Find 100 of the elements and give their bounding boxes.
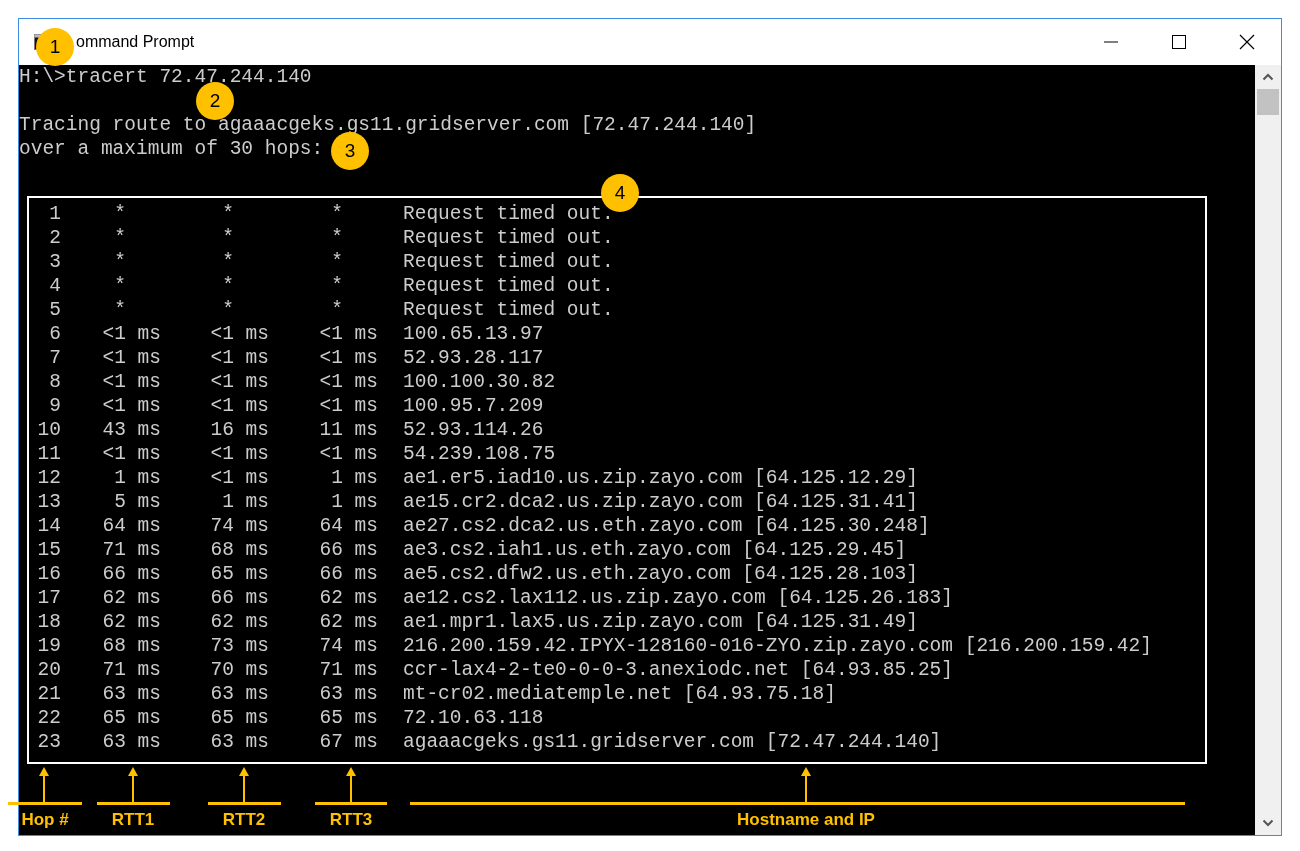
- hop-number: 15: [36, 538, 61, 562]
- column-label: Hop #: [21, 810, 69, 830]
- close-icon: [1239, 34, 1255, 50]
- round-trip-time: 67 ms: [318, 730, 378, 754]
- round-trip-time: *: [221, 274, 235, 298]
- hostname-ip: ae27.cs2.dca2.us.eth.zayo.com [64.125.30.248]: [403, 514, 930, 538]
- round-trip-time: <1 ms: [101, 370, 161, 394]
- round-trip-time: <1 ms: [209, 322, 269, 346]
- round-trip-time: 65 ms: [101, 706, 161, 730]
- round-trip-time: 1 ms: [330, 490, 378, 514]
- hop-number: 14: [36, 514, 61, 538]
- hostname-ip: ae1.mpr1.lax5.us.zip.zayo.com [64.125.31.49]: [403, 610, 918, 634]
- hop-number: 13: [36, 490, 61, 514]
- hop-number: 6: [48, 322, 61, 346]
- round-trip-time: <1 ms: [101, 346, 161, 370]
- round-trip-time: <1 ms: [209, 370, 269, 394]
- hostname-ip: ae12.cs2.lax112.us.zip.zayo.com [64.125.26.183]: [403, 586, 953, 610]
- round-trip-time: 65 ms: [318, 706, 378, 730]
- hostname-ip: ae5.cs2.dfw2.us.eth.zayo.com [64.125.28.103]: [403, 562, 918, 586]
- round-trip-time: *: [330, 274, 344, 298]
- round-trip-time: 65 ms: [209, 562, 269, 586]
- maximize-icon: [1172, 35, 1186, 49]
- hop-number: 9: [48, 394, 61, 418]
- round-trip-time: 68 ms: [101, 634, 161, 658]
- column-label: RTT2: [222, 810, 266, 830]
- round-trip-time: *: [330, 202, 344, 226]
- hop-number: 8: [48, 370, 61, 394]
- hop-number: 20: [36, 658, 61, 682]
- round-trip-time: 62 ms: [209, 610, 269, 634]
- round-trip-time: <1 ms: [101, 442, 161, 466]
- scroll-thumb[interactable]: [1257, 89, 1279, 115]
- hostname-ip: 100.65.13.97: [403, 322, 544, 346]
- round-trip-time: 62 ms: [101, 610, 161, 634]
- round-trip-time: <1 ms: [209, 394, 269, 418]
- round-trip-time: 68 ms: [209, 538, 269, 562]
- hop-number: 23: [36, 730, 61, 754]
- column-label: RTT3: [329, 810, 373, 830]
- hop-number: 22: [36, 706, 61, 730]
- round-trip-time: <1 ms: [318, 370, 378, 394]
- round-trip-time: 62 ms: [318, 610, 378, 634]
- round-trip-time: *: [113, 298, 127, 322]
- column-pointer-arrow: [315, 766, 387, 806]
- hostname-ip: 54.239.108.75: [403, 442, 556, 466]
- round-trip-time: *: [330, 250, 344, 274]
- round-trip-time: *: [113, 274, 127, 298]
- round-trip-time: 63 ms: [318, 682, 378, 706]
- round-trip-time: 66 ms: [318, 562, 378, 586]
- hostname-ip: 100.100.30.82: [403, 370, 556, 394]
- hostname-ip: agaaacgeks.gs11.gridserver.com [72.47.244.140]: [403, 730, 942, 754]
- round-trip-time: 66 ms: [209, 586, 269, 610]
- hop-number: 18: [36, 610, 61, 634]
- hostname-ip: 100.95.7.209: [403, 394, 544, 418]
- round-trip-time: 1 ms: [221, 490, 269, 514]
- round-trip-time: 74 ms: [318, 634, 378, 658]
- scroll-down-icon[interactable]: [1262, 819, 1274, 827]
- round-trip-time: *: [221, 298, 235, 322]
- round-trip-time: *: [221, 250, 235, 274]
- round-trip-time: 63 ms: [101, 730, 161, 754]
- hop-number: 2: [48, 226, 61, 250]
- hostname-ip: ccr-lax4-2-te0-0-0-3.anexiodc.net [64.93.85.25]: [403, 658, 953, 682]
- hop-number: 3: [48, 250, 61, 274]
- round-trip-time: 71 ms: [101, 658, 161, 682]
- round-trip-time: 1 ms: [113, 466, 161, 490]
- round-trip-time: 16 ms: [209, 418, 269, 442]
- round-trip-time: 71 ms: [101, 538, 161, 562]
- round-trip-time: 66 ms: [318, 538, 378, 562]
- timeout-message: Request timed out.: [403, 250, 614, 274]
- round-trip-time: <1 ms: [101, 394, 161, 418]
- column-label: Hostname and IP: [737, 810, 875, 830]
- round-trip-time: *: [113, 250, 127, 274]
- hostname-ip: ae1.er5.iad10.us.zip.zayo.com [64.125.12.29]: [403, 466, 918, 490]
- output-line: over a maximum of 30 hops:: [19, 137, 324, 161]
- hostname-ip: mt-cr02.mediatemple.net [64.93.75.18]: [403, 682, 836, 706]
- round-trip-time: <1 ms: [318, 394, 378, 418]
- round-trip-time: 73 ms: [209, 634, 269, 658]
- timeout-message: Request timed out.: [403, 274, 614, 298]
- round-trip-time: *: [330, 298, 344, 322]
- hostname-ip: ae15.cr2.dca2.us.zip.zayo.com [64.125.31.41]: [403, 490, 918, 514]
- round-trip-time: 65 ms: [209, 706, 269, 730]
- hop-number: 21: [36, 682, 61, 706]
- hop-number: 11: [36, 442, 61, 466]
- round-trip-time: *: [113, 226, 127, 250]
- round-trip-time: 62 ms: [318, 586, 378, 610]
- hop-number: 17: [36, 586, 61, 610]
- round-trip-time: <1 ms: [318, 346, 378, 370]
- timeout-message: Request timed out.: [403, 298, 614, 322]
- round-trip-time: *: [221, 202, 235, 226]
- window-title: ommand Prompt: [76, 32, 195, 52]
- round-trip-time: 63 ms: [209, 682, 269, 706]
- scroll-up-icon[interactable]: [1262, 73, 1274, 81]
- hop-number: 16: [36, 562, 61, 586]
- round-trip-time: 64 ms: [101, 514, 161, 538]
- hostname-ip: 72.10.63.118: [403, 706, 544, 730]
- round-trip-time: 62 ms: [101, 586, 161, 610]
- round-trip-time: 43 ms: [101, 418, 161, 442]
- hop-number: 10: [36, 418, 61, 442]
- round-trip-time: *: [330, 226, 344, 250]
- round-trip-time: 64 ms: [318, 514, 378, 538]
- scrollbar[interactable]: [1255, 65, 1281, 835]
- round-trip-time: 70 ms: [209, 658, 269, 682]
